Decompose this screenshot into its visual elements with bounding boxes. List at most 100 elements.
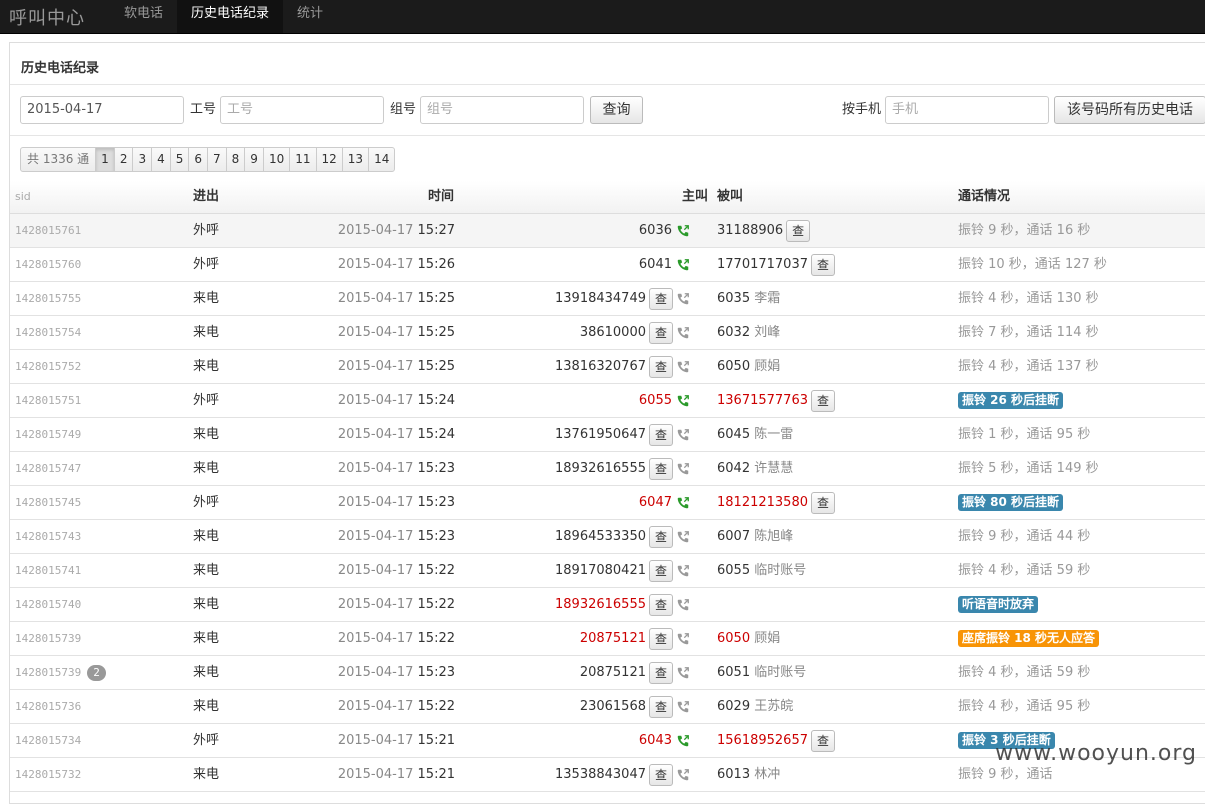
caller-lookup-button[interactable]: 查 <box>649 457 673 480</box>
outgoing-call-icon <box>677 258 689 270</box>
caller-lookup-button[interactable]: 查 <box>649 355 673 378</box>
callee-lookup-button[interactable]: 查 <box>786 219 811 242</box>
page-link[interactable]: 13 <box>341 148 368 171</box>
table-row: 1428015749 来电 2015-04-17 15:24 13761950647 查… <box>10 418 1205 452</box>
group-input[interactable]: 组号 <box>420 96 584 124</box>
caller-number: 18932616555 <box>555 597 646 612</box>
time-value: 15:22 <box>417 631 455 646</box>
repeat-badge: 2 <box>87 665 106 681</box>
incoming-call-icon <box>677 768 689 780</box>
sid-cell: 1428015739 <box>15 622 81 655</box>
time-value: 15:25 <box>417 325 455 340</box>
page-link[interactable]: 1 <box>95 148 114 171</box>
page-link[interactable]: 5 <box>169 148 189 171</box>
nav-call-history[interactable]: 历史电话纪录 <box>177 0 284 33</box>
time-value: 15:24 <box>417 393 455 408</box>
incoming-call-icon <box>677 598 689 610</box>
table-row: 1428015740 来电 2015-04-17 15:22 18932616555 查… <box>10 588 1205 622</box>
page-link[interactable]: 14 <box>368 148 394 171</box>
page-link[interactable]: 2 <box>113 148 133 171</box>
caller-lookup-button[interactable]: 查 <box>649 423 673 446</box>
callee-lookup-button[interactable]: 查 <box>810 729 835 752</box>
sid-cell: 1428015747 <box>15 452 81 485</box>
page-link[interactable]: 11 <box>289 148 315 171</box>
caller-cell: 20875121 查 <box>490 622 690 655</box>
time-cell: 2015-04-17 15:26 <box>270 248 455 281</box>
sid-cell: 1428015745 <box>15 486 81 519</box>
incoming-call-icon <box>677 530 689 542</box>
callee-lookup-button[interactable]: 查 <box>810 491 835 514</box>
time-cell: 2015-04-17 15:21 <box>270 724 455 757</box>
status-text: 振铃 4 秒，通话 130 秒 <box>958 291 1099 306</box>
worker-label: 工号 <box>190 102 217 117</box>
caller-lookup-button[interactable]: 查 <box>649 661 673 684</box>
sid-value: 1428015760 <box>15 258 82 271</box>
page-link[interactable]: 10 <box>262 148 289 171</box>
date-value: 2015-04-17 <box>337 427 414 442</box>
caller-lookup-button[interactable]: 查 <box>649 763 673 786</box>
sid-cell: 1428015740 <box>15 588 81 621</box>
time-value: 15:23 <box>417 495 455 510</box>
page-link[interactable]: 3 <box>132 148 151 171</box>
date-value: 2015-04-17 <box>337 461 414 476</box>
caller-cell: 23061568 查 <box>490 690 690 723</box>
incoming-call-icon <box>677 360 689 372</box>
nav-statistics[interactable]: 统计 <box>283 0 337 33</box>
page-link[interactable]: 4 <box>151 148 170 171</box>
col-direction[interactable]: 进出 <box>193 181 219 213</box>
caller-cell: 13538843047 查 <box>490 758 690 791</box>
worker-input[interactable]: 工号 <box>220 96 384 124</box>
date-input[interactable]: 2015-04-17 <box>20 96 184 124</box>
callee-cell: 6013 林冲 <box>717 758 780 791</box>
nav-menu: 软电话 历史电话纪录 统计 <box>110 0 337 33</box>
caller-lookup-button[interactable]: 查 <box>649 559 673 582</box>
time-cell: 2015-04-17 15:27 <box>270 214 455 247</box>
sid-value: 1428015761 <box>15 224 82 237</box>
caller-cell: 18964533350 查 <box>490 520 690 553</box>
col-sid[interactable]: sid <box>15 181 31 213</box>
time-value: 15:21 <box>417 767 455 782</box>
query-button[interactable]: 查询 <box>590 96 643 124</box>
col-time[interactable]: 时间 <box>428 181 454 213</box>
caller-cell: 6043 <box>490 724 690 757</box>
caller-cell: 18932616555 查 <box>490 452 690 485</box>
mobile-input[interactable]: 手机 <box>885 96 1049 124</box>
callee-number: 13671577763 <box>717 393 808 408</box>
col-call-status[interactable]: 通话情况 <box>958 181 1010 213</box>
page-link[interactable]: 7 <box>207 148 226 171</box>
status-label: 振铃 80 秒后挂断 <box>958 494 1064 511</box>
col-callee[interactable]: 被叫 <box>717 181 743 213</box>
callee-cell: 18121213580 查 <box>717 486 838 519</box>
date-value: 2015-04-17 <box>337 631 414 646</box>
caller-lookup-button[interactable]: 查 <box>649 287 673 310</box>
top-navbar: 呼叫中心 软电话 历史电话纪录 统计 <box>0 0 1205 34</box>
caller-cell: 13761950647 查 <box>490 418 690 451</box>
caller-lookup-button[interactable]: 查 <box>649 695 673 718</box>
callee-cell: 6007 陈旭峰 <box>717 520 793 553</box>
col-caller[interactable]: 主叫 <box>682 181 708 213</box>
call-status-cell: 振铃 4 秒，通话 130 秒 <box>958 282 1099 315</box>
callee-lookup-button[interactable]: 查 <box>810 253 835 276</box>
nav-softphone[interactable]: 软电话 <box>110 0 177 33</box>
callee-lookup-button[interactable]: 查 <box>810 389 835 412</box>
direction-cell: 来电 <box>193 529 220 544</box>
page-link[interactable]: 12 <box>315 148 342 171</box>
table-row: 1428015743 来电 2015-04-17 15:23 18964533350 查… <box>10 520 1205 554</box>
direction-cell: 来电 <box>193 699 220 714</box>
callee-number: 6045 陈一雷 <box>717 427 794 442</box>
caller-lookup-button[interactable]: 查 <box>649 593 673 616</box>
page-link[interactable]: 6 <box>188 148 207 171</box>
page-link[interactable]: 9 <box>244 148 263 171</box>
table-row: 1428015739 来电 2015-04-17 15:22 20875121 查 605… <box>10 622 1205 656</box>
brand-logo[interactable]: 呼叫中心 <box>9 4 85 30</box>
table-row: 1428015760 外呼 2015-04-17 15:26 6041 17701717… <box>10 248 1205 282</box>
caller-lookup-button[interactable]: 查 <box>649 525 673 548</box>
all-history-button[interactable]: 该号码所有历史电话 <box>1054 96 1205 124</box>
caller-lookup-button[interactable]: 查 <box>649 627 673 650</box>
page-link[interactable]: 8 <box>225 148 245 171</box>
time-cell: 2015-04-17 15:25 <box>270 316 455 349</box>
callee-cell: 6051 临时账号 <box>717 656 806 689</box>
status-text: 振铃 9 秒，通话 44 秒 <box>958 529 1091 544</box>
caller-lookup-button[interactable]: 查 <box>649 321 673 344</box>
callee-cell: 31188906 查 <box>717 214 813 247</box>
